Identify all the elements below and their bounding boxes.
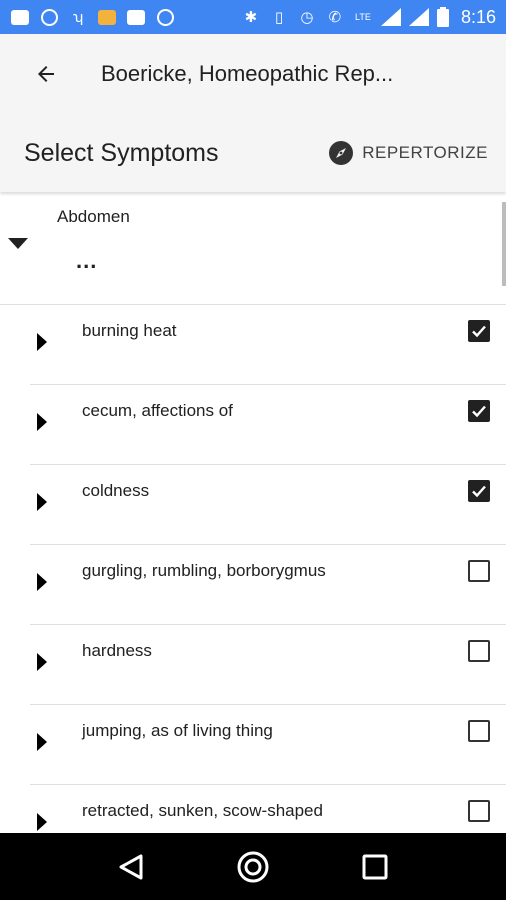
symptom-label: burning heat bbox=[82, 321, 177, 340]
symptom-label: coldness bbox=[82, 481, 150, 500]
nav-home-button[interactable] bbox=[229, 843, 277, 891]
symptom-label: gurgling, rumbling, borborygmus bbox=[82, 561, 326, 580]
notification-icons: ʮ bbox=[10, 8, 175, 26]
alarm-icon: ◷ bbox=[300, 9, 314, 26]
bluetooth-icon: ✱ bbox=[244, 9, 258, 26]
symptom-label: jumping, as of living thing bbox=[82, 721, 273, 740]
parent-name: Abdomen bbox=[57, 207, 130, 226]
status-bar: ʮ ✱ ▯ ◷ ✆ LTE 8:16 bbox=[0, 0, 506, 34]
list-item[interactable]: jumping, as of living thing bbox=[30, 705, 506, 785]
square-recents-icon bbox=[362, 854, 388, 879]
caret-right-icon[interactable] bbox=[36, 493, 48, 511]
vibrate-icon: ▯ bbox=[274, 9, 284, 26]
symptom-checkbox[interactable] bbox=[468, 720, 490, 742]
status-time: 8:16 bbox=[460, 6, 496, 27]
symptom-checkbox[interactable] bbox=[468, 640, 490, 662]
nav-recents-button[interactable] bbox=[351, 843, 399, 891]
triangle-back-icon bbox=[119, 854, 143, 879]
compass-icon bbox=[329, 141, 354, 165]
check-icon bbox=[472, 405, 486, 418]
symptom-label: cecum, affections of bbox=[82, 401, 233, 420]
caret-right-icon[interactable] bbox=[36, 413, 48, 431]
caret-right-icon[interactable] bbox=[36, 333, 48, 351]
check-icon bbox=[472, 485, 486, 498]
symptom-label: hardness bbox=[82, 641, 152, 660]
circle-home-icon bbox=[237, 851, 269, 882]
photo-icon bbox=[97, 8, 117, 26]
message-icon bbox=[10, 8, 30, 26]
list-item[interactable]: gurgling, rumbling, borborygmus bbox=[30, 545, 506, 625]
list-item[interactable]: burning heat bbox=[30, 305, 506, 385]
symptom-checkbox[interactable] bbox=[468, 560, 490, 582]
symptom-checkbox[interactable] bbox=[468, 320, 490, 342]
gallery-icon bbox=[126, 8, 146, 26]
caret-right-icon[interactable] bbox=[36, 653, 48, 671]
select-symptoms-header: Select Symptoms REPERTORIZE bbox=[0, 114, 506, 192]
repertorize-label: REPERTORIZE bbox=[362, 143, 488, 162]
system-icons: ✱ ▯ ◷ ✆ LTE 8:16 bbox=[241, 7, 496, 28]
caret-down-icon[interactable] bbox=[8, 236, 28, 250]
list-item[interactable]: retracted, sunken, scow-shaped bbox=[30, 785, 506, 833]
list-item[interactable]: coldness bbox=[30, 465, 506, 545]
app-toolbar: Boericke, Homeopathic Rep... bbox=[0, 34, 506, 114]
caret-right-icon[interactable] bbox=[36, 573, 48, 591]
check-icon bbox=[472, 325, 486, 338]
call-4g-icon: ✆ bbox=[328, 9, 342, 26]
repertorize-button[interactable]: REPERTORIZE bbox=[328, 140, 488, 166]
whatsapp-icon bbox=[155, 8, 175, 26]
lte-icon: LTE bbox=[355, 12, 371, 22]
symptom-list-area[interactable]: Abdomen ... burning heat cecum, affectio… bbox=[0, 192, 506, 833]
signal-icon bbox=[380, 8, 401, 26]
symptom-checkbox[interactable] bbox=[468, 480, 490, 502]
list-item[interactable]: cecum, affections of bbox=[30, 385, 506, 465]
signal-icon bbox=[408, 8, 429, 26]
list-item[interactable]: hardness bbox=[30, 625, 506, 705]
arrow-back-icon bbox=[38, 66, 54, 82]
scrollbar-thumb[interactable] bbox=[502, 202, 506, 286]
caret-right-icon[interactable] bbox=[36, 813, 48, 831]
symptom-checkbox[interactable] bbox=[468, 400, 490, 422]
parent-row-abdomen[interactable]: Abdomen ... bbox=[0, 192, 506, 305]
symptom-checkbox[interactable] bbox=[468, 800, 490, 822]
battery-icon bbox=[436, 7, 449, 27]
toolbar-title: Boericke, Homeopathic Rep... bbox=[101, 61, 394, 86]
back-button[interactable] bbox=[24, 52, 68, 96]
symptom-label: retracted, sunken, scow-shaped bbox=[82, 801, 323, 820]
more-indicator: ... bbox=[76, 248, 98, 273]
nav-back-button[interactable] bbox=[107, 843, 155, 891]
chrome-icon bbox=[39, 8, 59, 26]
page-title: Select Symptoms bbox=[24, 138, 219, 167]
system-nav-bar bbox=[0, 833, 506, 900]
app-icon: ʮ bbox=[72, 8, 84, 26]
caret-right-icon[interactable] bbox=[36, 733, 48, 751]
